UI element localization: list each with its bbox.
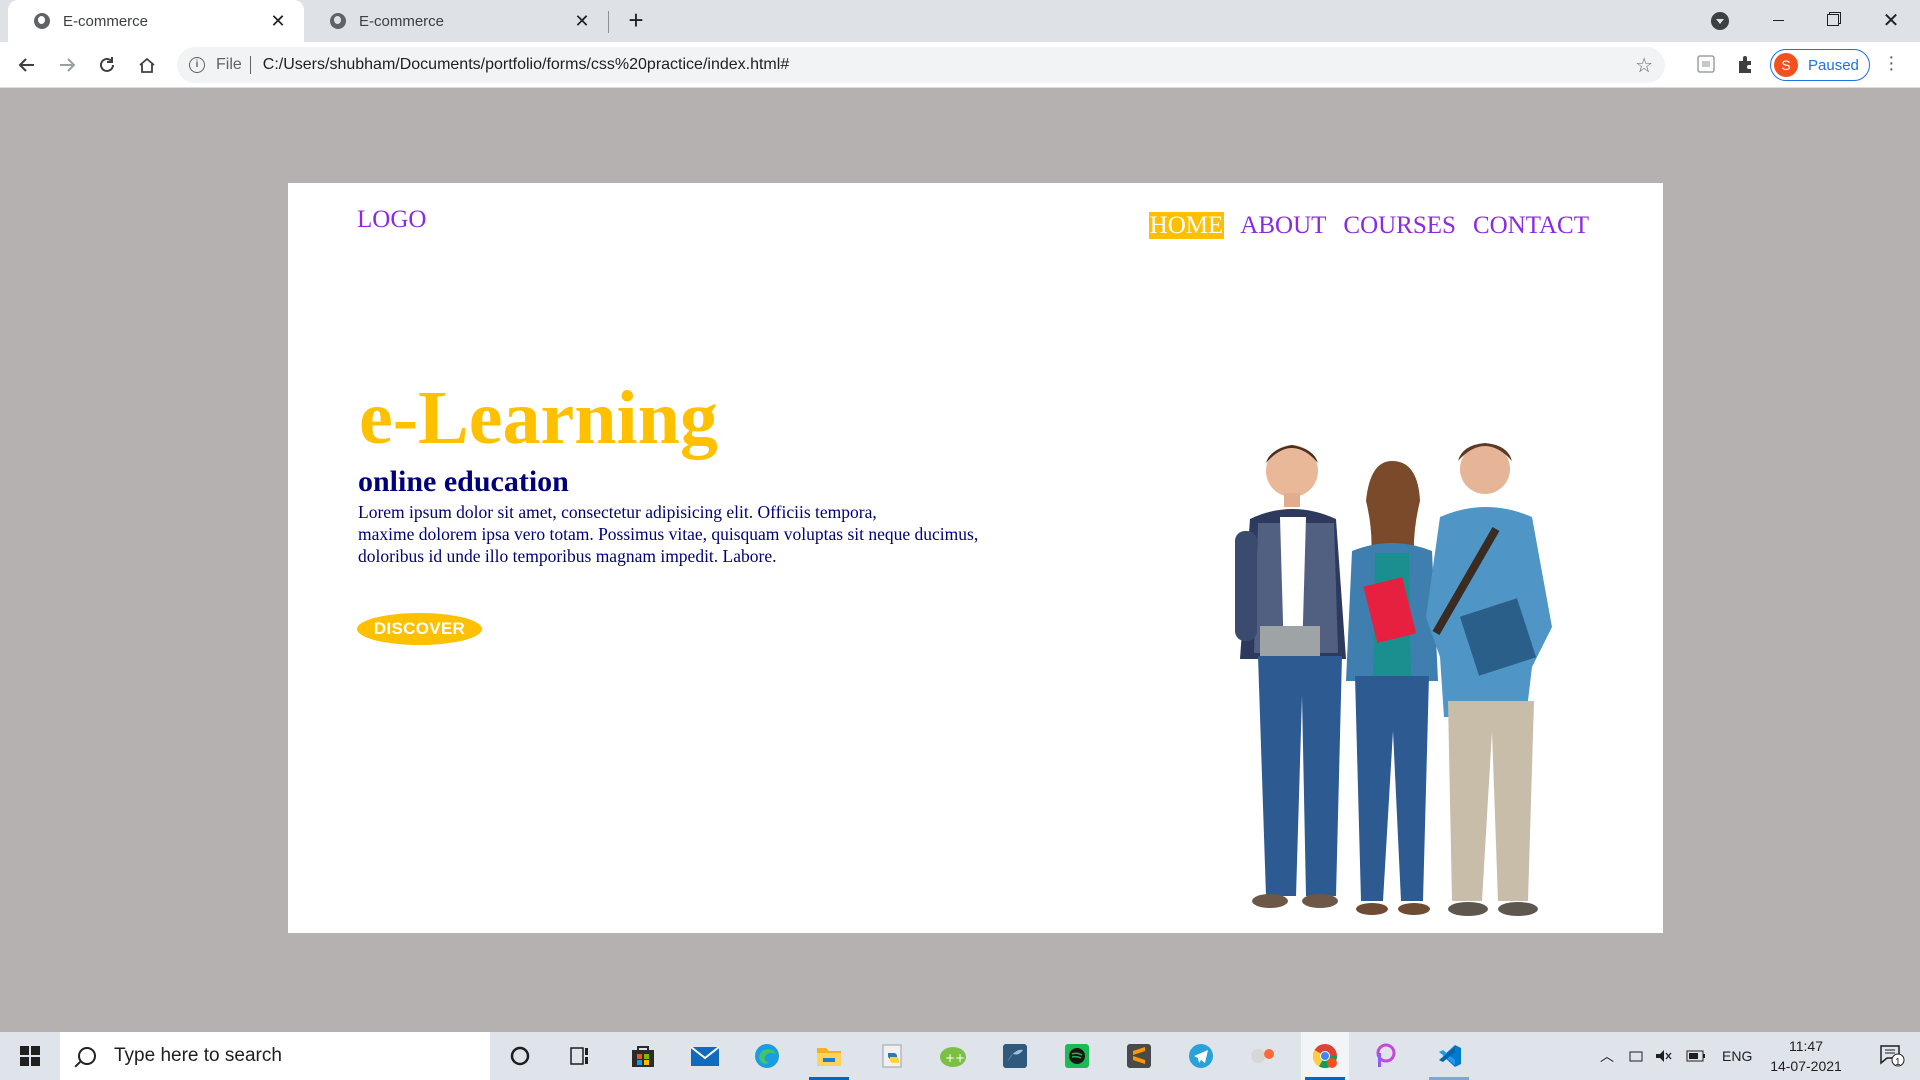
cortana-icon[interactable] xyxy=(496,1032,544,1080)
globe-icon xyxy=(330,13,346,29)
home-icon[interactable] xyxy=(132,50,162,80)
hero-description-line: maxime dolorem ipsa vero totam. Possimus… xyxy=(358,524,979,544)
browser-toolbar: i File C:/Users/shubham/Documents/portfo… xyxy=(0,42,1920,88)
close-icon[interactable]: ✕ xyxy=(266,9,290,33)
hero-title: e-Learning xyxy=(359,376,718,460)
chevron-up-icon[interactable]: ︿ xyxy=(1600,1046,1614,1066)
browser-tab[interactable]: E-commerce ✕ xyxy=(304,0,608,42)
menu-icon[interactable]: · · · xyxy=(1888,47,1895,79)
clock-time: 11:47 xyxy=(1789,1038,1823,1054)
vscode-icon[interactable] xyxy=(1425,1032,1473,1080)
url-scheme-label: File xyxy=(216,56,242,73)
taskbar-search-placeholder: Type here to search xyxy=(114,1045,282,1066)
windows-start-button[interactable] xyxy=(0,1032,60,1080)
puzzle-extensions-icon[interactable] xyxy=(1735,53,1757,75)
discover-button[interactable]: DISCOVER xyxy=(357,613,482,645)
telegram-icon[interactable] xyxy=(1177,1032,1225,1080)
forward-icon[interactable] xyxy=(52,50,82,80)
info-icon[interactable]: i xyxy=(189,57,205,73)
search-icon xyxy=(78,1047,96,1065)
hero-subtitle: online education xyxy=(358,465,569,498)
profile-button[interactable]: S Paused xyxy=(1770,49,1870,81)
profile-status: Paused xyxy=(1808,56,1859,74)
clock[interactable]: 11:47 14-07-2021 xyxy=(1766,1036,1846,1076)
back-icon[interactable] xyxy=(12,50,42,80)
extension-icon[interactable] xyxy=(1695,53,1717,75)
meet-now-icon[interactable] xyxy=(1628,1048,1644,1064)
taskbar-search-box[interactable]: Type here to search xyxy=(60,1032,490,1080)
browser-tab-strip: E-commerce ✕ E-commerce ✕ + ✕ xyxy=(0,0,1920,42)
svg-text:++: ++ xyxy=(945,1051,965,1065)
task-view-icon[interactable] xyxy=(556,1032,604,1080)
logo[interactable]: LOGO xyxy=(357,206,426,234)
bookmark-star-icon[interactable]: ☆ xyxy=(1635,53,1653,78)
tab-title: E-commerce xyxy=(63,12,149,30)
main-nav: HOME ABOUT COURSES CONTACT xyxy=(1148,212,1590,239)
tab-separator xyxy=(608,11,609,33)
nav-contact[interactable]: CONTACT xyxy=(1472,212,1590,239)
language-indicator[interactable]: ENG xyxy=(1722,1048,1752,1064)
url-text[interactable]: C:/Users/shubham/Documents/portfolio/for… xyxy=(263,56,789,74)
file-explorer-icon[interactable] xyxy=(805,1032,853,1080)
battery-icon[interactable] xyxy=(1686,1050,1706,1062)
nav-home[interactable]: HOME xyxy=(1148,212,1225,239)
student-right-figure xyxy=(1426,443,1552,916)
browser-tab-active[interactable]: E-commerce ✕ xyxy=(8,0,304,42)
picsart-icon[interactable] xyxy=(1363,1032,1411,1080)
hero-description-line: Lorem ipsum dolor sit amet, consectetur … xyxy=(358,502,877,522)
nav-courses[interactable]: COURSES xyxy=(1342,212,1457,239)
store-icon[interactable] xyxy=(619,1032,667,1080)
system-tray: ︿ ENG xyxy=(1600,1032,1752,1080)
nav-about[interactable]: ABOUT xyxy=(1239,212,1327,239)
sublime-text-icon[interactable] xyxy=(1115,1032,1163,1080)
tab-title: E-commerce xyxy=(359,12,445,30)
address-bar[interactable]: i File C:/Users/shubham/Documents/portfo… xyxy=(177,47,1665,83)
students-image xyxy=(1235,443,1552,916)
mail-icon[interactable] xyxy=(681,1032,729,1080)
minimize-button[interactable] xyxy=(1755,6,1801,34)
globe-icon xyxy=(34,13,50,29)
python-idle-icon[interactable] xyxy=(868,1032,916,1080)
edge-icon[interactable] xyxy=(743,1032,791,1080)
avatar: S xyxy=(1774,53,1798,77)
mysql-workbench-icon[interactable] xyxy=(991,1032,1039,1080)
close-icon[interactable]: ✕ xyxy=(570,9,594,33)
url-divider xyxy=(249,56,251,74)
restore-button[interactable] xyxy=(1810,6,1856,34)
reload-icon[interactable] xyxy=(92,50,122,80)
windows-logo-icon xyxy=(20,1046,40,1066)
notification-icon xyxy=(1880,1045,1905,1067)
spotify-icon[interactable] xyxy=(1053,1032,1101,1080)
chrome-icon[interactable] xyxy=(1301,1032,1349,1080)
tab-search-icon[interactable] xyxy=(1711,12,1729,30)
hero-description-line: doloribus id unde illo temporibus magnam… xyxy=(358,546,777,566)
student-middle-figure xyxy=(1346,461,1438,915)
clock-date: 14-07-2021 xyxy=(1770,1058,1842,1074)
new-tab-button[interactable]: + xyxy=(623,7,649,34)
hero-description: Lorem ipsum dolor sit amet, consectetur … xyxy=(358,501,1058,567)
speaker-muted-icon[interactable] xyxy=(1654,1048,1672,1064)
student-left-figure xyxy=(1235,445,1346,908)
window-close-button[interactable]: ✕ xyxy=(1868,6,1914,34)
notepad-plus-icon[interactable]: ++ xyxy=(929,1032,977,1080)
page-card: LOGO HOME ABOUT COURSES CONTACT e-Learni… xyxy=(288,183,1663,933)
notification-center-button[interactable]: 1 xyxy=(1868,1032,1916,1080)
recorder-icon[interactable] xyxy=(1239,1032,1287,1080)
notification-count: 1 xyxy=(1895,1057,1901,1068)
taskbar: Type here to search ++ ︿ ENG 11:47 14-07… xyxy=(0,1032,1920,1080)
